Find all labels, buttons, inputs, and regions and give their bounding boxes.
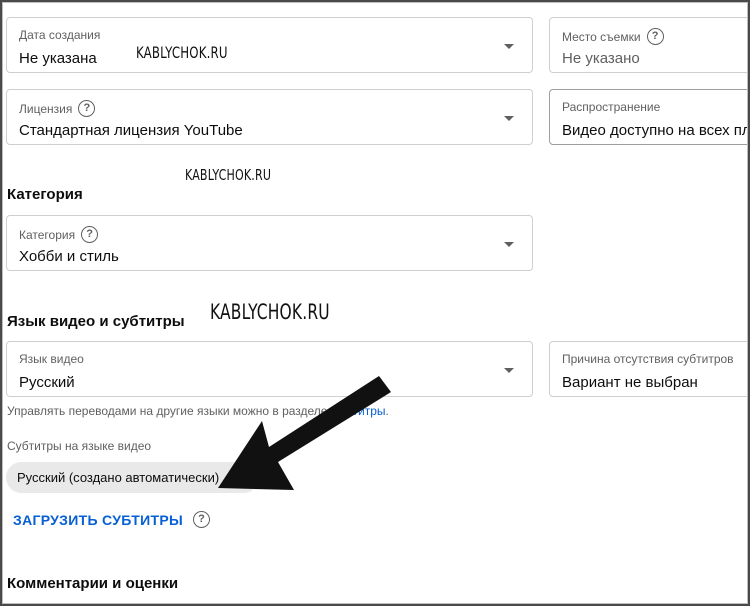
caption-reason-label: Причина отсутствия субтитров — [562, 352, 734, 366]
location-label: Место съемки ? — [562, 28, 664, 45]
location-value: Не указано — [562, 50, 640, 67]
license-dropdown[interactable]: Лицензия ? Стандартная лицензия YouTube — [6, 89, 533, 145]
category-label: Категория ? — [19, 226, 99, 243]
category-value: Хобби и стиль — [19, 248, 119, 265]
caret-down-icon — [504, 368, 514, 373]
help-icon[interactable]: ? — [81, 226, 99, 243]
more-vert-icon[interactable] — [243, 471, 247, 485]
caption-reason-value: Вариант не выбран — [562, 374, 698, 391]
video-language-dropdown[interactable]: Язык видео Русский — [6, 341, 533, 397]
help-icon[interactable]: ? — [192, 511, 210, 528]
watermark-3: KABLYCHOK.RU — [210, 300, 330, 324]
video-language-value: Русский — [19, 374, 75, 391]
subtitle-chip[interactable]: Русский (создано автоматически) — [6, 462, 259, 493]
watermark-1: KABLYCHOK.RU — [136, 43, 228, 62]
category-dropdown[interactable]: Категория ? Хобби и стиль — [6, 215, 533, 271]
recording-date-value: Не указана — [19, 50, 97, 67]
watermark-2: KABLYCHOK.RU — [185, 166, 272, 184]
license-label: Лицензия ? — [19, 100, 96, 117]
caret-down-icon — [504, 116, 514, 121]
translations-hint: Управлять переводами на другие языки мож… — [7, 404, 389, 418]
language-section-title: Язык видео и субтитры — [7, 313, 185, 330]
distribution-value: Видео доступно на всех пл — [562, 122, 750, 139]
location-field[interactable]: Место съемки ? Не указано — [549, 17, 750, 73]
subtitle-chip-label: Русский (создано автоматически) — [17, 470, 220, 485]
video-language-label: Язык видео — [19, 352, 84, 366]
upload-subtitles-label: ЗАГРУЗИТЬ СУБТИТРЫ — [13, 511, 183, 528]
recording-date-dropdown[interactable]: Дата создания Не указана — [6, 17, 533, 73]
upload-subtitles-button[interactable]: ЗАГРУЗИТЬ СУБТИТРЫ ? — [13, 511, 210, 528]
caret-down-icon — [504, 44, 514, 49]
comments-section-title: Комментарии и оценки — [7, 575, 179, 592]
caret-down-icon — [504, 242, 514, 247]
help-icon[interactable]: ? — [78, 100, 96, 117]
distribution-dropdown[interactable]: Распространение Видео доступно на всех п… — [549, 89, 750, 145]
help-icon[interactable]: ? — [646, 28, 664, 45]
subtitles-link[interactable]: Субтитры — [331, 404, 386, 418]
license-value: Стандартная лицензия YouTube — [19, 122, 243, 139]
category-section-title: Категория — [7, 186, 83, 203]
caption-reason-dropdown[interactable]: Причина отсутствия субтитров Вариант не … — [549, 341, 750, 397]
subtitles-label: Субтитры на языке видео — [7, 439, 152, 453]
recording-date-label: Дата создания — [19, 28, 101, 42]
distribution-label: Распространение — [562, 100, 661, 114]
